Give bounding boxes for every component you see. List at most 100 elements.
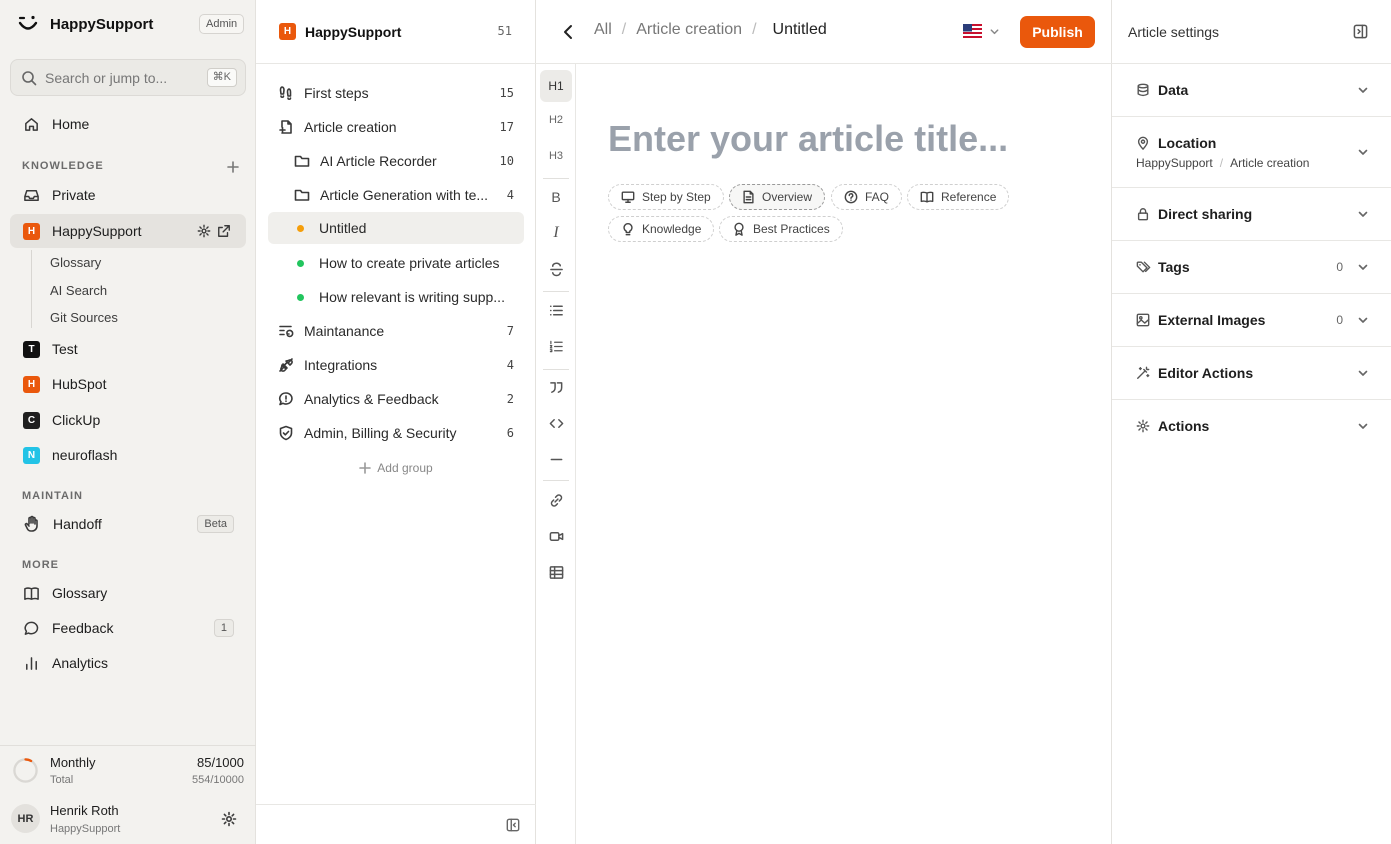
settings-section-editor-actions[interactable]: Editor Actions bbox=[1112, 347, 1391, 400]
tree-row-label: First steps bbox=[304, 85, 369, 101]
subitem-glossary[interactable]: Glossary bbox=[50, 255, 101, 270]
tree-title[interactable]: HappySupport bbox=[305, 24, 401, 40]
list-refresh-icon bbox=[278, 323, 294, 339]
smile-logo-icon bbox=[16, 12, 40, 36]
location-path: HappySupport / Article creation bbox=[1136, 156, 1309, 170]
subitem-git-sources[interactable]: Git Sources bbox=[50, 310, 118, 325]
collection-neuroflash-avatar: N bbox=[23, 446, 40, 464]
nav-analytics[interactable]: Analytics bbox=[10, 646, 246, 680]
location-group[interactable]: Article creation bbox=[1230, 156, 1309, 170]
collection-neuroflash-label: neuroflash bbox=[52, 447, 118, 463]
hand-icon bbox=[23, 515, 41, 533]
settings-gear-icon[interactable] bbox=[221, 811, 237, 827]
code-button[interactable] bbox=[540, 407, 572, 439]
collapse-panel-icon[interactable] bbox=[1353, 24, 1368, 39]
link-button[interactable] bbox=[540, 484, 572, 516]
nav-glossary[interactable]: Glossary bbox=[10, 576, 246, 610]
collection-test[interactable]: T Test bbox=[10, 332, 246, 366]
collection-hubspot[interactable]: H HubSpot bbox=[10, 367, 246, 401]
template-chip-knowledge[interactable]: Knowledge bbox=[608, 216, 715, 242]
tree-row-admin-billing[interactable]: Admin, Billing & Security 6 bbox=[268, 417, 524, 449]
numbered-list-button[interactable] bbox=[540, 330, 572, 362]
editor-topbar: All / Article creation / Untitled Publis… bbox=[536, 0, 1112, 64]
bullet-list-button[interactable] bbox=[540, 294, 572, 326]
tree-row-writing-support[interactable]: How relevant is writing supp... bbox=[268, 281, 524, 313]
gear-icon bbox=[1136, 419, 1150, 433]
language-chevron-down-icon[interactable] bbox=[989, 26, 1000, 37]
plug-icon bbox=[278, 357, 294, 373]
heading-3-button[interactable]: H3 bbox=[540, 140, 572, 172]
user-org: HappySupport bbox=[50, 823, 121, 835]
add-group-label: Add group bbox=[377, 461, 433, 475]
external-link-icon[interactable] bbox=[217, 224, 231, 238]
nav-handoff[interactable]: Handoff Beta bbox=[10, 507, 246, 541]
tree-row-untitled[interactable]: Untitled bbox=[268, 212, 524, 244]
settings-section-location[interactable]: Location bbox=[1112, 117, 1391, 188]
article-title-input[interactable] bbox=[608, 118, 1088, 160]
quote-button[interactable] bbox=[540, 371, 572, 403]
template-chip-best-practices[interactable]: Best Practices bbox=[719, 216, 843, 242]
heading-2-button[interactable]: H2 bbox=[540, 104, 572, 136]
template-chip-label: Reference bbox=[941, 190, 997, 204]
publish-button[interactable]: Publish bbox=[1020, 16, 1095, 48]
tree-row-first-steps[interactable]: First steps 15 bbox=[268, 77, 524, 109]
search-box[interactable]: ⌘K bbox=[10, 59, 246, 96]
tree-row-ai-article-recorder[interactable]: AI Article Recorder 10 bbox=[268, 145, 524, 177]
brand[interactable]: HappySupport bbox=[16, 12, 153, 36]
usage-period-label: Monthly bbox=[50, 755, 96, 770]
nav-feedback[interactable]: Feedback 1 bbox=[10, 611, 246, 645]
usage-meter: Monthly Total 85/1000 554/10000 bbox=[0, 745, 256, 795]
chat-bubble-icon bbox=[23, 620, 40, 637]
bold-button[interactable]: B bbox=[540, 181, 572, 213]
tree-row-article-creation[interactable]: Article creation 17 bbox=[268, 111, 524, 143]
toolbar-divider bbox=[543, 291, 569, 292]
tree-row-maintanance[interactable]: Maintanance 7 bbox=[268, 315, 524, 347]
tree-row-label: Admin, Billing & Security bbox=[304, 425, 457, 441]
tree-row-count: 6 bbox=[506, 426, 514, 440]
tree-row-article-generation[interactable]: Article Generation with te... 4 bbox=[268, 179, 524, 211]
collapse-sidebar-icon[interactable] bbox=[506, 818, 520, 832]
settings-section-tags[interactable]: Tags 0 bbox=[1112, 241, 1391, 294]
tree-row-private-articles[interactable]: How to create private articles bbox=[268, 247, 524, 279]
template-chip-faq[interactable]: FAQ bbox=[831, 184, 903, 210]
collection-neuroflash[interactable]: N neuroflash bbox=[10, 438, 246, 472]
breadcrumb-all[interactable]: All bbox=[594, 21, 612, 39]
breadcrumb-current: Untitled bbox=[772, 21, 827, 38]
settings-section-external-images[interactable]: External Images 0 bbox=[1112, 294, 1391, 347]
collection-happysupport[interactable]: H HappySupport bbox=[10, 214, 246, 248]
tree-row-count: 17 bbox=[499, 120, 514, 134]
settings-section-actions[interactable]: Actions bbox=[1112, 400, 1391, 453]
settings-section-data[interactable]: Data bbox=[1112, 64, 1391, 117]
table-button[interactable] bbox=[540, 556, 572, 588]
italic-button[interactable]: I bbox=[540, 217, 572, 249]
add-group-button[interactable]: Add group bbox=[256, 461, 536, 475]
tree-row-integrations[interactable]: Integrations 4 bbox=[268, 349, 524, 381]
nav-home[interactable]: Home bbox=[10, 107, 246, 141]
settings-title: Article settings bbox=[1128, 24, 1220, 40]
add-collection-icon[interactable] bbox=[226, 160, 240, 174]
template-chip-step-by-step[interactable]: Step by Step bbox=[608, 184, 724, 210]
avatar: HR bbox=[11, 804, 40, 833]
template-chip-reference[interactable]: Reference bbox=[907, 184, 1010, 210]
tree-row-analytics-feedback[interactable]: Analytics & Feedback 2 bbox=[268, 383, 524, 415]
divider-button[interactable] bbox=[540, 443, 572, 475]
footprints-icon bbox=[278, 85, 294, 101]
collection-tree-panel: H HappySupport 51 First steps 15 Article… bbox=[256, 0, 536, 844]
breadcrumb-article-creation[interactable]: Article creation bbox=[636, 21, 742, 39]
knowledge-section-label: KNOWLEDGE bbox=[22, 160, 104, 172]
user-profile[interactable]: HR Henrik Roth HappySupport bbox=[0, 795, 256, 844]
heading-1-button[interactable]: H1 bbox=[540, 70, 572, 102]
strikethrough-button[interactable] bbox=[540, 253, 572, 285]
back-chevron-icon[interactable] bbox=[560, 23, 576, 41]
location-collection[interactable]: HappySupport bbox=[1136, 156, 1213, 170]
subitem-ai-search[interactable]: AI Search bbox=[50, 283, 107, 298]
nav-analytics-label: Analytics bbox=[52, 655, 109, 671]
settings-section-direct-sharing[interactable]: Direct sharing bbox=[1112, 188, 1391, 241]
gear-icon[interactable] bbox=[197, 224, 211, 238]
video-button[interactable] bbox=[540, 520, 572, 552]
collection-clickup[interactable]: C ClickUp bbox=[10, 403, 246, 437]
nav-private[interactable]: Private bbox=[10, 178, 246, 212]
us-flag-icon[interactable] bbox=[963, 24, 982, 38]
search-input[interactable] bbox=[45, 69, 195, 86]
template-chip-overview[interactable]: Overview bbox=[729, 184, 826, 210]
